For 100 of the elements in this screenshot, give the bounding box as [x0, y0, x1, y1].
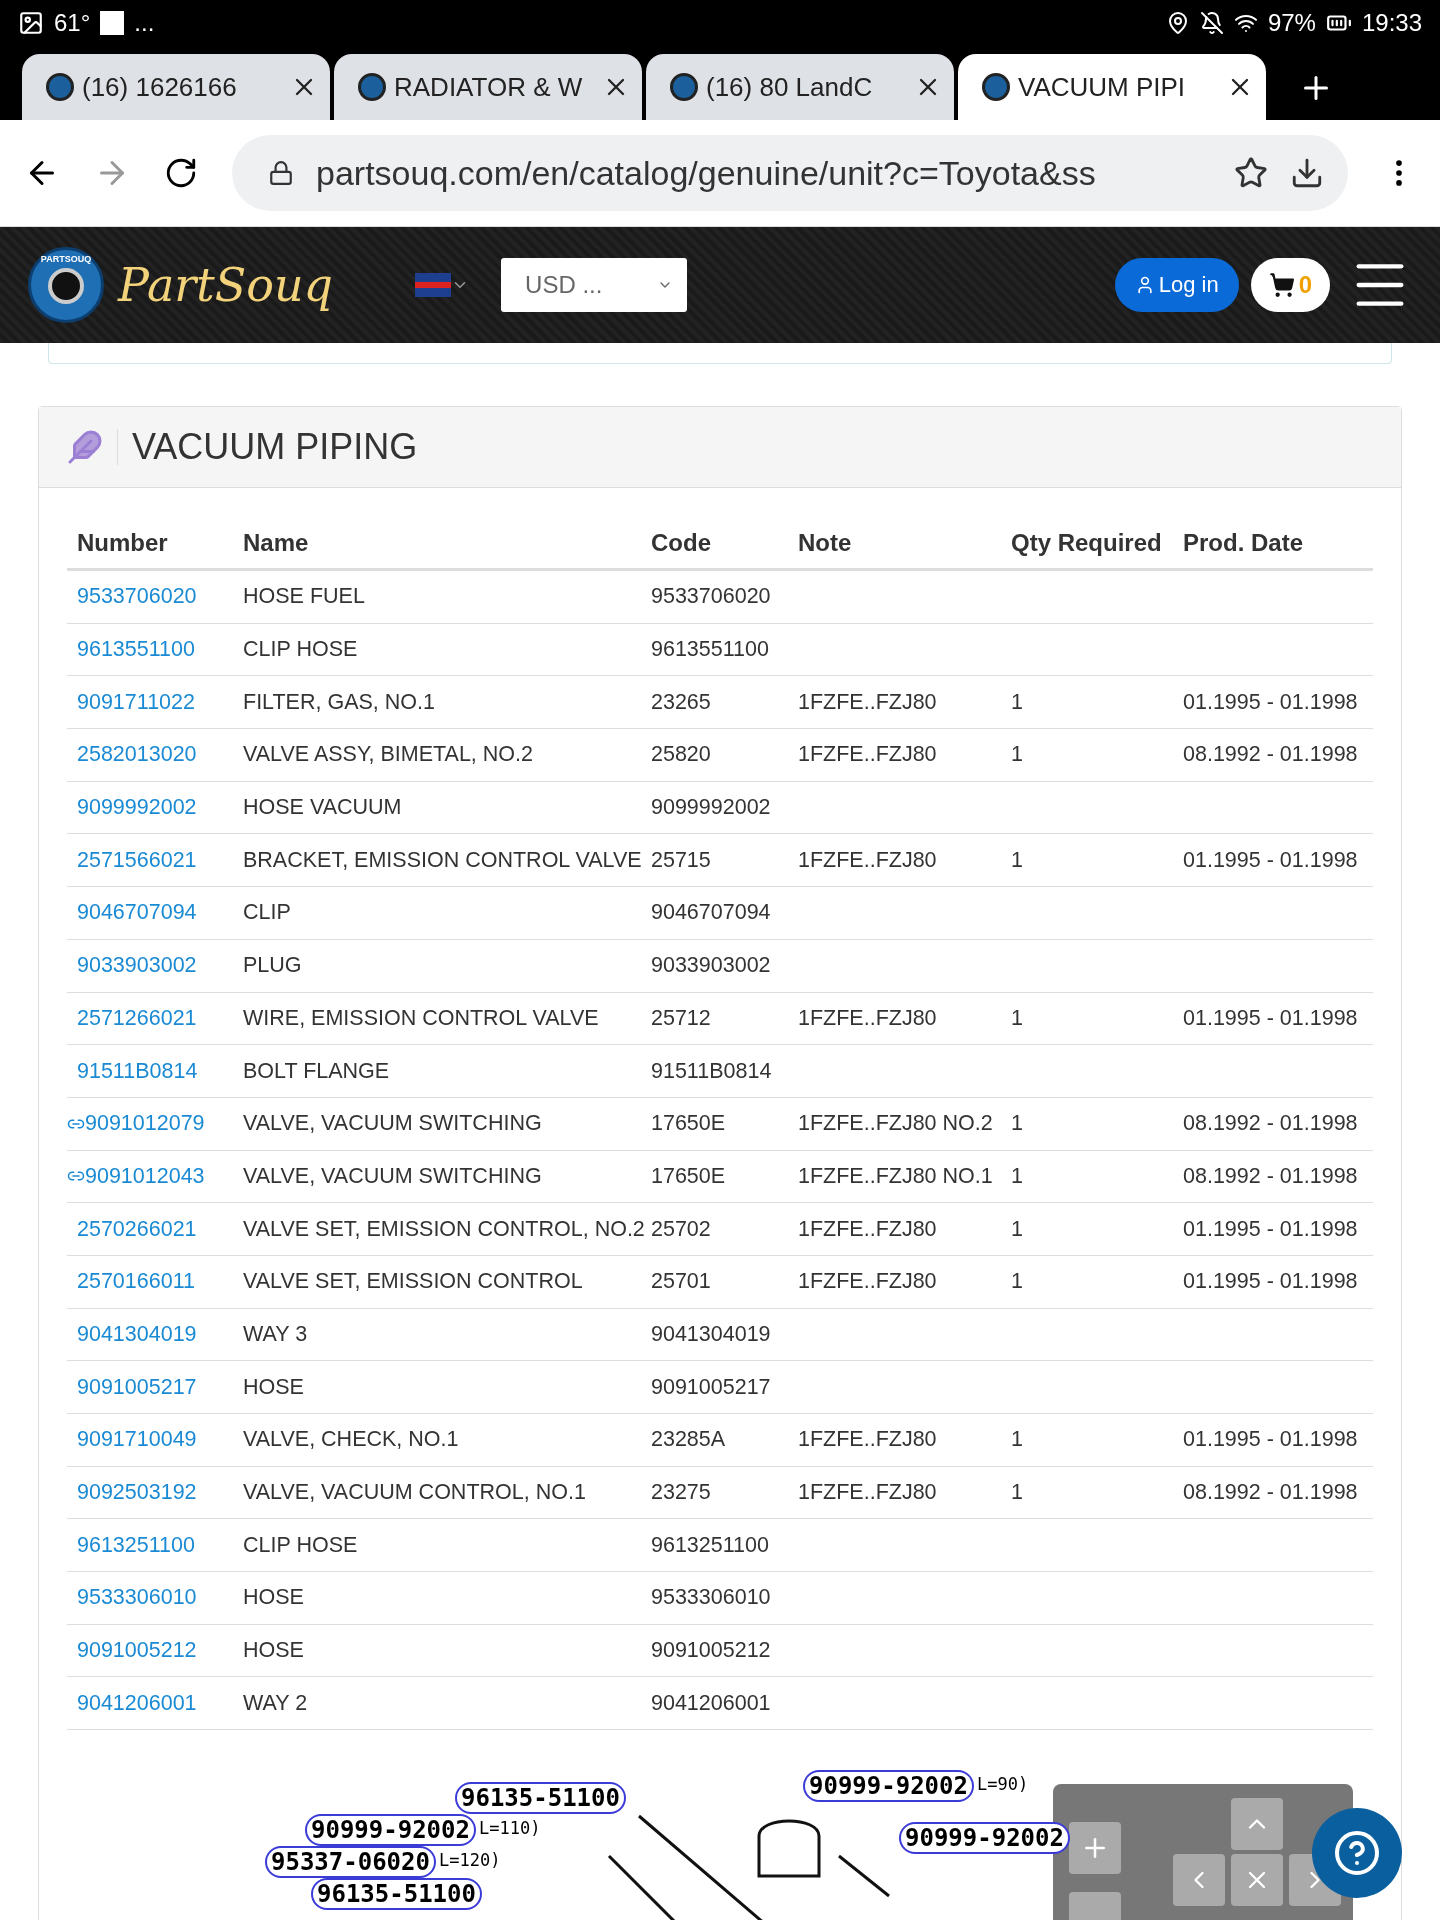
- help-icon: [1333, 1829, 1381, 1877]
- part-number-link[interactable]: 9091005217: [77, 1374, 243, 1400]
- browser-tab[interactable]: (16) 80 LandC: [646, 54, 954, 120]
- table-cell-text: HOSE: [243, 1374, 305, 1400]
- currency-select[interactable]: USD ...: [501, 258, 688, 312]
- part-callout[interactable]: 96135-51100: [311, 1878, 482, 1911]
- table-cell-text: CLIP: [243, 900, 292, 926]
- table-cell-text: VALVE, VACUUM SWITCHING: [243, 1163, 543, 1189]
- table-cell-text: VALVE SET, EMISSION CONTROL: [243, 1269, 584, 1295]
- download-icon[interactable]: [1290, 156, 1324, 190]
- table-cell-text: 91511B0814: [651, 1058, 773, 1084]
- part-number-link[interactable]: 91511B0814: [77, 1058, 243, 1084]
- table-cell-text: 08.1992 - 01.1998: [1183, 742, 1359, 768]
- part-number-link[interactable]: 2570266021: [77, 1216, 243, 1242]
- table-cell-text: 9041304019: [651, 1321, 772, 1347]
- table-cell-text: 01.1995 - 01.1998: [1183, 1427, 1359, 1453]
- part-number-link[interactable]: 9091711022: [77, 689, 243, 715]
- part-number-link[interactable]: 9091012043: [67, 1163, 243, 1189]
- part-number-link[interactable]: 9033903002: [77, 953, 243, 979]
- part-callout[interactable]: 96135-51100: [455, 1782, 626, 1815]
- table-cell-text: HOSE: [243, 1638, 305, 1664]
- table-cell-text: VALVE, VACUUM CONTROL, NO.1: [243, 1480, 587, 1506]
- table-cell-text: VALVE SET, EMISSION CONTROL, NO.2: [243, 1216, 646, 1242]
- part-number-link[interactable]: 9099992002: [77, 795, 243, 821]
- star-icon[interactable]: [1234, 156, 1268, 190]
- zoom-in-button[interactable]: [1069, 1822, 1121, 1875]
- part-callout[interactable]: 95337-06020: [265, 1846, 436, 1879]
- part-number-link[interactable]: 9533306010: [77, 1585, 243, 1611]
- table-cell-text: 08.1992 - 01.1998: [1183, 1163, 1359, 1189]
- column-header: Qty Required: [1011, 529, 1163, 557]
- table-cell-text: 1: [1011, 1111, 1024, 1137]
- reset-button[interactable]: [1231, 1854, 1283, 1907]
- table-cell-text: 1FZFE..FZJ80: [798, 1427, 938, 1453]
- pan-left-button[interactable]: [1173, 1854, 1225, 1907]
- table-cell-text: 1FZFE..FZJ80: [798, 689, 938, 715]
- table-cell-text: 01.1995 - 01.1998: [1183, 1005, 1359, 1031]
- column-header: Number: [77, 529, 169, 557]
- logo-emblem: PARTSOUQ: [28, 247, 104, 323]
- part-number-link[interactable]: 9091012079: [67, 1111, 243, 1137]
- reload-icon[interactable]: [164, 156, 198, 190]
- table-cell-text: 1FZFE..FZJ80: [798, 847, 938, 873]
- table-cell-text: 1: [1011, 1216, 1024, 1242]
- cart-button[interactable]: 0: [1250, 258, 1330, 312]
- part-number-link[interactable]: 9613551100: [77, 637, 243, 663]
- table-cell-text: 1FZFE..FZJ80: [798, 1005, 938, 1031]
- table-cell-text: CLIP HOSE: [243, 1532, 359, 1558]
- part-number-link[interactable]: 9046707094: [77, 900, 243, 926]
- pan-up-button[interactable]: [1231, 1798, 1283, 1851]
- table-cell-text: 25820: [651, 742, 712, 768]
- table-cell-text: HOSE VACUUM: [243, 795, 403, 821]
- table-cell-text: 9613551100: [651, 637, 770, 663]
- browser-tab[interactable]: (16) 1626166: [22, 54, 330, 120]
- table-cell-text: 23275: [651, 1480, 712, 1506]
- part-number-link[interactable]: 2571266021: [77, 1005, 243, 1031]
- table-cell-text: FILTER, GAS, NO.1: [243, 689, 436, 715]
- table-cell-text: 25715: [651, 847, 712, 873]
- table-cell-text: 01.1995 - 01.1998: [1183, 1269, 1359, 1295]
- table-cell-text: 23265: [651, 689, 712, 715]
- table-cell-text: BRACKET, EMISSION CONTROL VALVE: [243, 847, 643, 873]
- part-number-link[interactable]: 9092503192: [77, 1480, 243, 1506]
- table-cell-text: 1FZFE..FZJ80 NO.2: [798, 1111, 994, 1137]
- length-note: L=120): [439, 1850, 501, 1871]
- lock-icon: [268, 160, 294, 186]
- table-cell-text: 1FZFE..FZJ80: [798, 1216, 938, 1242]
- table-cell-text: 25712: [651, 1005, 712, 1031]
- table-cell-text: 9099992002: [651, 795, 772, 821]
- more-notifications: ...: [134, 8, 155, 37]
- favicon-icon: [982, 73, 1010, 101]
- table-cell-text: 1FZFE..FZJ80: [798, 1269, 938, 1295]
- length-note: L=110): [479, 1818, 541, 1839]
- table-cell-text: WIRE, EMISSION CONTROL VALVE: [243, 1005, 600, 1031]
- part-number-link[interactable]: 2571566021: [77, 847, 243, 873]
- part-number-link[interactable]: 9041206001: [77, 1690, 243, 1716]
- part-callout[interactable]: 90999-92002: [899, 1822, 1070, 1855]
- table-cell-text: 01.1995 - 01.1998: [1183, 689, 1359, 715]
- browser-tab[interactable]: VACUUM PIPI: [958, 54, 1266, 120]
- clock: 19:33: [1361, 8, 1422, 37]
- table-cell-text: VALVE, CHECK, NO.1: [243, 1427, 460, 1453]
- table-cell-text: WAY 2: [243, 1690, 309, 1716]
- part-callout[interactable]: 90999-92002: [803, 1770, 974, 1803]
- part-number-link[interactable]: 9091710049: [77, 1427, 243, 1453]
- column-header: Note: [798, 529, 853, 557]
- login-button[interactable]: Log in: [1114, 258, 1239, 312]
- part-number-link[interactable]: 9041304019: [77, 1321, 243, 1347]
- part-number-link[interactable]: 2582013020: [77, 742, 243, 768]
- part-number-link[interactable]: 9613251100: [77, 1532, 243, 1558]
- table-cell-text: 9046707094: [651, 900, 772, 926]
- battery-percent: 97%: [1267, 8, 1316, 37]
- table-cell-text: 01.1995 - 01.1998: [1183, 1216, 1359, 1242]
- table-cell-text: 1: [1011, 1005, 1024, 1031]
- part-callout[interactable]: 90999-92002: [305, 1814, 476, 1847]
- part-number-link[interactable]: 9533706020: [77, 584, 243, 610]
- part-number-link[interactable]: 2570166011: [77, 1269, 243, 1295]
- table-cell-text: 1: [1011, 1480, 1024, 1506]
- flag-icon[interactable]: [415, 273, 452, 297]
- browser-tab[interactable]: RADIATOR & W: [334, 54, 642, 120]
- part-number-link[interactable]: 9091005212: [77, 1638, 243, 1664]
- table-cell-text: 17650E: [651, 1163, 727, 1189]
- address-bar[interactable]: partsouq.com/en/catalog/genuine/unit?c=Toyota&ss: [232, 135, 1348, 211]
- table-cell-text: HOSE FUEL: [243, 584, 366, 610]
